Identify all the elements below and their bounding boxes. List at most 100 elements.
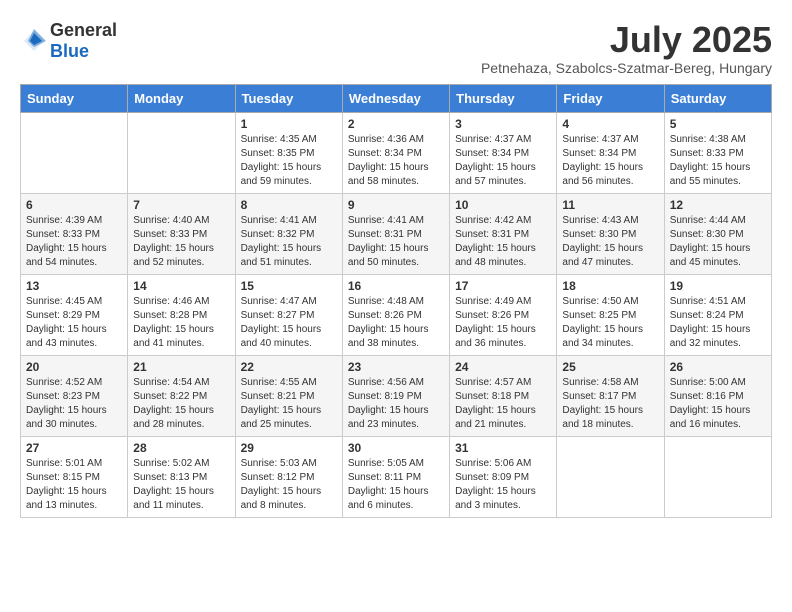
column-header-wednesday: Wednesday [342, 84, 449, 112]
day-info: Sunrise: 4:46 AM Sunset: 8:28 PM Dayligh… [133, 295, 229, 351]
day-info: Sunrise: 4:47 AM Sunset: 8:27 PM Dayligh… [241, 295, 337, 351]
day-number: 3 [455, 117, 551, 131]
day-info: Sunrise: 4:52 AM Sunset: 8:23 PM Dayligh… [26, 376, 122, 432]
day-info: Sunrise: 4:55 AM Sunset: 8:21 PM Dayligh… [241, 376, 337, 432]
day-number: 27 [26, 441, 122, 455]
day-info: Sunrise: 4:57 AM Sunset: 8:18 PM Dayligh… [455, 376, 551, 432]
day-info: Sunrise: 5:01 AM Sunset: 8:15 PM Dayligh… [26, 457, 122, 513]
day-number: 28 [133, 441, 229, 455]
day-cell: 27 Sunrise: 5:01 AM Sunset: 8:15 PM Dayli… [21, 436, 128, 517]
day-info: Sunrise: 5:02 AM Sunset: 8:13 PM Dayligh… [133, 457, 229, 513]
day-info: Sunrise: 4:37 AM Sunset: 8:34 PM Dayligh… [455, 133, 551, 189]
day-cell: 15Sunrise: 4:47 AM Sunset: 8:27 PM Dayli… [235, 274, 342, 355]
month-title: July 2025 [481, 20, 772, 60]
day-cell [21, 112, 128, 193]
logo: General Blue [20, 20, 117, 62]
day-number: 16 [348, 279, 444, 293]
day-info: Sunrise: 5:00 AM Sunset: 8:16 PM Dayligh… [670, 376, 766, 432]
day-cell: 11 Sunrise: 4:43 AM Sunset: 8:30 PM Dayli… [557, 193, 664, 274]
day-info: Sunrise: 4:43 AM Sunset: 8:30 PM Dayligh… [562, 214, 658, 270]
day-cell: 16Sunrise: 4:48 AM Sunset: 8:26 PM Dayli… [342, 274, 449, 355]
day-info: Sunrise: 5:05 AM Sunset: 8:11 PM Dayligh… [348, 457, 444, 513]
day-number: 14 [133, 279, 229, 293]
day-number: 31 [455, 441, 551, 455]
day-number: 20 [26, 360, 122, 374]
day-info: Sunrise: 4:39 AM Sunset: 8:33 PM Dayligh… [26, 214, 122, 270]
column-header-thursday: Thursday [450, 84, 557, 112]
day-info: Sunrise: 5:06 AM Sunset: 8:09 PM Dayligh… [455, 457, 551, 513]
logo-icon [20, 27, 48, 55]
day-info: Sunrise: 4:41 AM Sunset: 8:31 PM Dayligh… [348, 214, 444, 270]
day-info: Sunrise: 4:45 AM Sunset: 8:29 PM Dayligh… [26, 295, 122, 351]
day-cell [128, 112, 235, 193]
week-row-3: 13 Sunrise: 4:45 AM Sunset: 8:29 PM Dayli… [21, 274, 772, 355]
day-cell: 13 Sunrise: 4:45 AM Sunset: 8:29 PM Dayli… [21, 274, 128, 355]
day-number: 10 [455, 198, 551, 212]
day-cell: 2Sunrise: 4:36 AM Sunset: 8:34 PM Daylig… [342, 112, 449, 193]
column-header-tuesday: Tuesday [235, 84, 342, 112]
column-header-monday: Monday [128, 84, 235, 112]
day-number: 24 [455, 360, 551, 374]
day-number: 6 [26, 198, 122, 212]
day-info: Sunrise: 4:49 AM Sunset: 8:26 PM Dayligh… [455, 295, 551, 351]
week-row-1: 1 Sunrise: 4:35 AM Sunset: 8:35 PM Daylig… [21, 112, 772, 193]
day-number: 25 [562, 360, 658, 374]
day-cell: 20 Sunrise: 4:52 AM Sunset: 8:23 PM Dayli… [21, 355, 128, 436]
logo-text: General Blue [50, 20, 117, 62]
header-row: SundayMondayTuesdayWednesdayThursdayFrid… [21, 84, 772, 112]
day-cell: 9Sunrise: 4:41 AM Sunset: 8:31 PM Daylig… [342, 193, 449, 274]
day-cell: 31 Sunrise: 5:06 AM Sunset: 8:09 PM Dayli… [450, 436, 557, 517]
day-number: 18 [562, 279, 658, 293]
day-number: 19 [670, 279, 766, 293]
day-info: Sunrise: 4:58 AM Sunset: 8:17 PM Dayligh… [562, 376, 658, 432]
day-info: Sunrise: 4:38 AM Sunset: 8:33 PM Dayligh… [670, 133, 766, 189]
day-cell: 18 Sunrise: 4:50 AM Sunset: 8:25 PM Dayli… [557, 274, 664, 355]
day-info: Sunrise: 4:36 AM Sunset: 8:34 PM Dayligh… [348, 133, 444, 189]
day-cell: 10Sunrise: 4:42 AM Sunset: 8:31 PM Dayli… [450, 193, 557, 274]
day-number: 22 [241, 360, 337, 374]
day-number: 30 [348, 441, 444, 455]
day-info: Sunrise: 4:35 AM Sunset: 8:35 PM Dayligh… [241, 133, 337, 189]
day-cell: 8 Sunrise: 4:41 AM Sunset: 8:32 PM Daylig… [235, 193, 342, 274]
day-number: 29 [241, 441, 337, 455]
day-info: Sunrise: 4:41 AM Sunset: 8:32 PM Dayligh… [241, 214, 337, 270]
day-cell: 6 Sunrise: 4:39 AM Sunset: 8:33 PM Daylig… [21, 193, 128, 274]
day-number: 12 [670, 198, 766, 212]
day-cell: 3 Sunrise: 4:37 AM Sunset: 8:34 PM Daylig… [450, 112, 557, 193]
day-cell: 28 Sunrise: 5:02 AM Sunset: 8:13 PM Dayli… [128, 436, 235, 517]
day-info: Sunrise: 4:51 AM Sunset: 8:24 PM Dayligh… [670, 295, 766, 351]
logo-general: General [50, 20, 117, 40]
column-header-saturday: Saturday [664, 84, 771, 112]
day-cell [557, 436, 664, 517]
day-number: 4 [562, 117, 658, 131]
day-number: 1 [241, 117, 337, 131]
day-info: Sunrise: 4:40 AM Sunset: 8:33 PM Dayligh… [133, 214, 229, 270]
day-cell: 21Sunrise: 4:54 AM Sunset: 8:22 PM Dayli… [128, 355, 235, 436]
day-number: 26 [670, 360, 766, 374]
title-block: July 2025 Petnehaza, Szabolcs-Szatmar-Be… [481, 20, 772, 76]
day-number: 13 [26, 279, 122, 293]
day-number: 23 [348, 360, 444, 374]
day-cell: 17Sunrise: 4:49 AM Sunset: 8:26 PM Dayli… [450, 274, 557, 355]
day-number: 8 [241, 198, 337, 212]
column-header-sunday: Sunday [21, 84, 128, 112]
calendar-table: SundayMondayTuesdayWednesdayThursdayFrid… [20, 84, 772, 518]
day-cell: 1 Sunrise: 4:35 AM Sunset: 8:35 PM Daylig… [235, 112, 342, 193]
day-info: Sunrise: 4:50 AM Sunset: 8:25 PM Dayligh… [562, 295, 658, 351]
day-number: 7 [133, 198, 229, 212]
week-row-2: 6 Sunrise: 4:39 AM Sunset: 8:33 PM Daylig… [21, 193, 772, 274]
logo-blue: Blue [50, 41, 89, 61]
day-info: Sunrise: 4:56 AM Sunset: 8:19 PM Dayligh… [348, 376, 444, 432]
day-number: 11 [562, 198, 658, 212]
day-cell: 26 Sunrise: 5:00 AM Sunset: 8:16 PM Dayli… [664, 355, 771, 436]
day-cell: 30 Sunrise: 5:05 AM Sunset: 8:11 PM Dayli… [342, 436, 449, 517]
day-cell: 14 Sunrise: 4:46 AM Sunset: 8:28 PM Dayli… [128, 274, 235, 355]
day-info: Sunrise: 5:03 AM Sunset: 8:12 PM Dayligh… [241, 457, 337, 513]
day-cell: 25 Sunrise: 4:58 AM Sunset: 8:17 PM Dayli… [557, 355, 664, 436]
day-cell: 24 Sunrise: 4:57 AM Sunset: 8:18 PM Dayli… [450, 355, 557, 436]
day-number: 5 [670, 117, 766, 131]
day-cell: 29 Sunrise: 5:03 AM Sunset: 8:12 PM Dayli… [235, 436, 342, 517]
day-info: Sunrise: 4:37 AM Sunset: 8:34 PM Dayligh… [562, 133, 658, 189]
day-cell: 4 Sunrise: 4:37 AM Sunset: 8:34 PM Daylig… [557, 112, 664, 193]
day-cell [664, 436, 771, 517]
